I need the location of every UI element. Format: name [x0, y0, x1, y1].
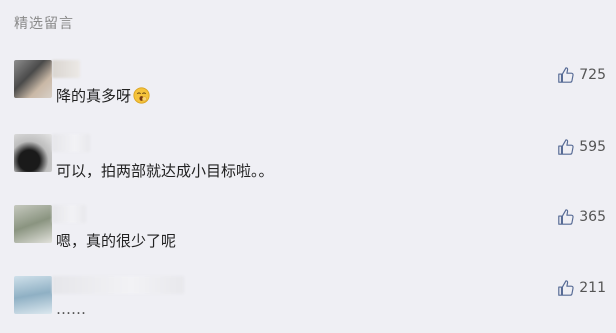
comment-text: …… [56, 300, 86, 318]
avatar[interactable] [14, 60, 52, 98]
avatar[interactable] [14, 134, 52, 172]
thumbs-up-icon [558, 280, 574, 296]
like-button[interactable]: 725 [557, 66, 606, 84]
comments-page: 精选留言 降的真多呀 725 可以，拍两部就达成小目标啦。。 595 嗯，真的很… [0, 0, 616, 333]
nickname-blurred [52, 205, 86, 223]
thumbs-up-icon [558, 209, 574, 225]
thumbs-up-icon [558, 67, 574, 83]
comment-item: 降的真多呀 725 [0, 58, 616, 118]
nickname-blurred [52, 276, 184, 294]
section-title: 精选留言 [14, 16, 74, 32]
avatar[interactable] [14, 205, 52, 243]
like-count: 365 [579, 209, 606, 225]
like-button[interactable]: 595 [557, 138, 606, 156]
like-count: 725 [579, 67, 606, 83]
like-button[interactable]: 365 [557, 208, 606, 226]
thumbs-up-icon [558, 139, 574, 155]
like-count: 211 [579, 280, 606, 296]
nickname-blurred [52, 60, 80, 78]
comment-text: 嗯，真的很少了呢 [56, 232, 177, 250]
like-count: 595 [579, 139, 606, 155]
yawning-face-emoji [133, 87, 150, 104]
comment-text: 降的真多呀 [56, 85, 150, 106]
like-button[interactable]: 211 [557, 279, 606, 297]
comment-item: 嗯，真的很少了呢 365 [0, 203, 616, 263]
comment-text: 可以，拍两部就达成小目标啦。。 [56, 162, 274, 180]
avatar[interactable] [14, 276, 52, 314]
nickname-blurred [52, 134, 90, 152]
comment-item: …… 211 [0, 274, 616, 333]
comment-item: 可以，拍两部就达成小目标啦。。 595 [0, 132, 616, 192]
